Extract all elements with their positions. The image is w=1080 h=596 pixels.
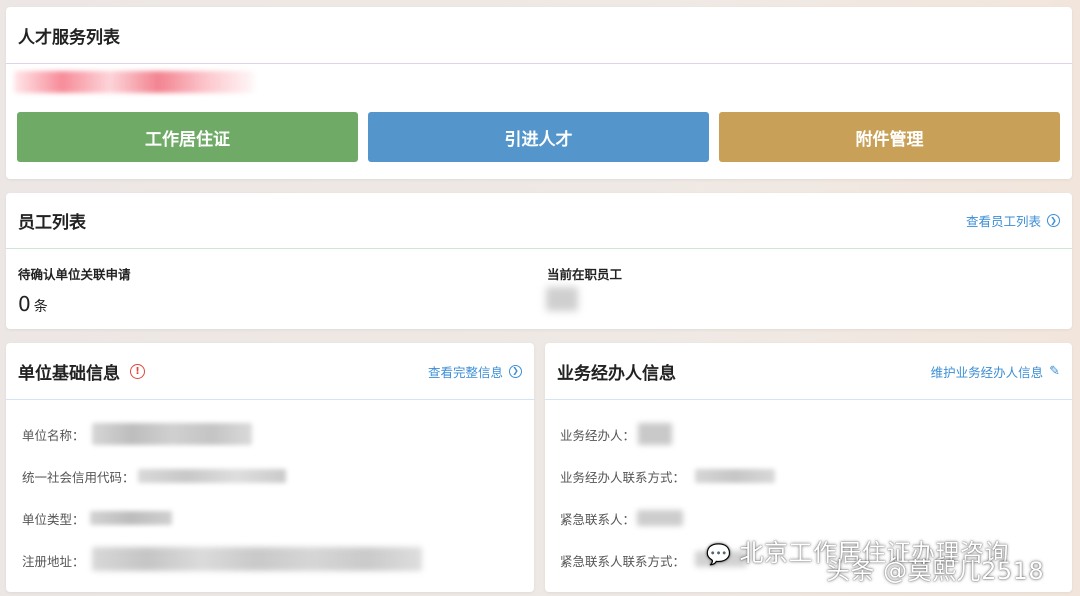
work-residence-permit-button[interactable]: 工作居住证 <box>17 112 358 162</box>
maintain-agent-info-label: 维护业务经办人信息 <box>930 364 1044 380</box>
agent-name-label: 业务经办人： <box>560 428 636 443</box>
redacted-current-staff-count <box>546 287 578 311</box>
agent-info-header: 业务经办人信息 维护业务经办人信息 ✎ <box>545 343 1072 400</box>
wechat-icon: 💬 <box>706 542 732 566</box>
current-staff-label: 当前在职员工 <box>547 267 623 282</box>
redacted-agent-name <box>638 423 672 445</box>
talent-introduction-label: 引进人才 <box>504 129 573 150</box>
chevron-right-circle-icon: ❯ <box>509 364 522 378</box>
talent-button-row: 工作居住证 引进人才 附件管理 <box>17 112 1060 162</box>
view-staff-list-label: 查看员工列表 <box>965 214 1041 229</box>
unit-name-label: 单位名称： <box>22 428 85 443</box>
work-residence-permit-label: 工作居住证 <box>145 129 230 150</box>
chevron-right-circle-icon: ❯ <box>1047 214 1060 227</box>
agent-contact-label: 业务经办人联系方式： <box>560 470 686 485</box>
redacted-agent-contact <box>695 469 775 483</box>
view-full-info-link[interactable]: 查看完整信息 ❯ <box>428 362 522 381</box>
pending-association-unit: 条 <box>33 299 48 315</box>
redacted-notice <box>14 71 254 93</box>
registered-address-label: 注册地址： <box>22 554 85 569</box>
redacted-unit-name <box>92 423 252 445</box>
toutiao-watermark: 头条 @莫熙儿2518 <box>826 551 1044 586</box>
warning-icon[interactable]: ! <box>130 363 145 379</box>
attachment-management-label: 附件管理 <box>855 129 924 150</box>
agent-info-title: 业务经办人信息 <box>557 363 676 384</box>
toutiao-watermark-text: 头条 @莫熙儿2518 <box>826 557 1045 585</box>
view-full-info-label: 查看完整信息 <box>427 364 503 380</box>
staff-list-card: 员工列表 查看员工列表 ❯ 待确认单位关联申请 0条 当前在职员工 <box>6 193 1072 329</box>
maintain-agent-info-link[interactable]: 维护业务经办人信息 ✎ <box>931 362 1060 381</box>
redacted-unit-type <box>90 511 172 525</box>
pending-association-value: 0条 <box>18 292 48 316</box>
talent-introduction-button[interactable]: 引进人才 <box>368 112 709 162</box>
unit-info-header: 单位基础信息 ! 查看完整信息 ❯ <box>6 343 534 400</box>
edit-icon: ✎ <box>1049 363 1060 379</box>
talent-service-header: 人才服务列表 <box>6 7 1072 64</box>
unit-info-title: 单位基础信息 <box>18 363 120 384</box>
staff-list-title: 员工列表 <box>18 213 86 233</box>
talent-service-title: 人才服务列表 <box>18 27 120 48</box>
pending-association-count: 0 <box>18 292 31 316</box>
redacted-emergency-contact <box>637 510 683 526</box>
pending-association-label: 待确认单位关联申请 <box>18 267 131 282</box>
emergency-contact-phone-label: 紧急联系人联系方式： <box>560 554 686 569</box>
view-staff-list-link[interactable]: 查看员工列表 ❯ <box>966 211 1060 230</box>
talent-service-card: 人才服务列表 工作居住证 引进人才 附件管理 <box>6 7 1072 179</box>
redacted-credit-code <box>138 469 286 483</box>
unit-type-label: 单位类型： <box>22 512 85 527</box>
emergency-contact-label: 紧急联系人： <box>560 512 636 527</box>
redacted-registered-address <box>92 547 422 571</box>
staff-list-header: 员工列表 查看员工列表 ❯ <box>6 193 1072 249</box>
attachment-management-button[interactable]: 附件管理 <box>719 112 1060 162</box>
unit-info-card: 单位基础信息 ! 查看完整信息 ❯ 单位名称： 统一社会信用代码： 单位类型： … <box>6 343 534 592</box>
credit-code-label: 统一社会信用代码： <box>22 470 135 485</box>
